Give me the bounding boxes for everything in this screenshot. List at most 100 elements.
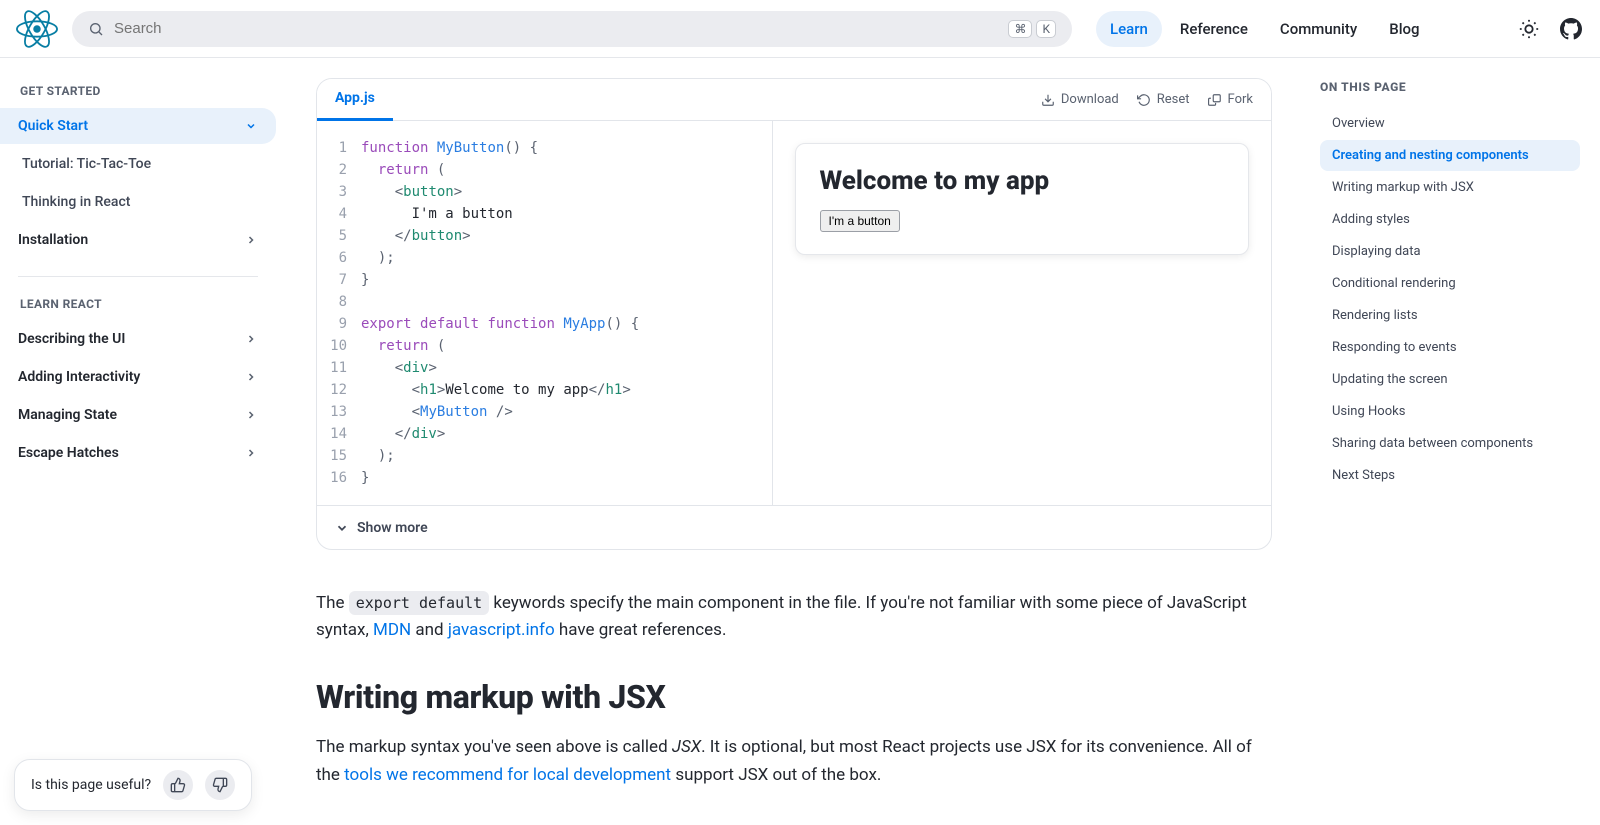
jsx-em: JSX [672,737,701,757]
sidebar-item-escape[interactable]: Escape Hatches [0,435,276,471]
sandbox-tabs: App.js Download Reset Fork [317,79,1271,121]
github-link[interactable] [1558,16,1584,42]
toc-next[interactable]: Next Steps [1320,460,1580,491]
toc-conditional[interactable]: Conditional rendering [1320,268,1580,299]
sandbox-body: 1 2 3 4 5 6 7 8 9 10 11 12 13 14 15 16 f… [317,121,1271,505]
nav-links: LearnReferenceCommunityBlog [1096,11,1434,47]
text: support JSX out of the box. [671,765,881,785]
sun-icon [1518,18,1540,40]
article-body: The export default keywords specify the … [316,590,1272,789]
fork-icon [1208,93,1222,107]
sidebar-separator [18,276,258,277]
text: and [411,620,448,640]
kbd-key: K [1036,20,1056,38]
search-input-wrap[interactable]: ⌘ K [72,11,1072,47]
feedback-widget: Is this page useful? [14,759,252,811]
reset-icon [1137,93,1151,107]
toc-sharing[interactable]: Sharing data between components [1320,428,1580,459]
nav-learn[interactable]: Learn [1096,11,1162,47]
download-icon [1041,93,1055,107]
chevron-right-icon [244,446,258,460]
text: The markup syntax you've seen above is c… [316,737,672,757]
sidebar-item-label: Quick Start [18,118,88,134]
preview-pane: Welcome to my app I'm a button [772,121,1272,505]
right-sidebar: ON THIS PAGE OverviewCreating and nestin… [1300,58,1600,825]
text: The [316,593,349,613]
toc-data[interactable]: Displaying data [1320,236,1580,267]
sidebar-item-tutorial[interactable]: Tutorial: Tic-Tac-Toe [0,146,276,182]
toc-lists[interactable]: Rendering lists [1320,300,1580,331]
toc-overview[interactable]: Overview [1320,108,1580,139]
thumbs-up-icon [170,777,186,793]
download-label: Download [1061,92,1119,107]
code-editor[interactable]: 1 2 3 4 5 6 7 8 9 10 11 12 13 14 15 16 f… [317,121,772,505]
sidebar-item-thinking[interactable]: Thinking in React [0,184,276,220]
sidebar-item-quick-start[interactable]: Quick Start [0,108,276,144]
chevron-right-icon [244,332,258,346]
preview-heading: Welcome to my app [820,166,1225,196]
sidebar-item-label: Adding Interactivity [18,369,140,385]
sidebar-item-label: Describing the UI [18,331,125,347]
chevron-right-icon [244,370,258,384]
sidebar-group-label: LEARN REACT [0,291,276,321]
chevron-right-icon [244,233,258,247]
sidebar-item-describing[interactable]: Describing the UI [0,321,276,357]
left-sidebar: GET STARTED Quick Start Tutorial: Tic-Tac-… [0,58,288,825]
javascriptinfo-link[interactable]: javascript.info [448,620,555,640]
preview-button[interactable]: I'm a button [820,210,900,232]
toc-title: ON THIS PAGE [1320,80,1580,94]
chevron-down-icon [244,119,258,133]
feedback-no-button[interactable] [205,770,235,800]
sidebar-group-label: GET STARTED [0,78,276,108]
preview-card: Welcome to my app I'm a button [795,143,1250,255]
chevron-down-icon [335,521,349,535]
github-icon [1560,18,1582,40]
sidebar-item-interactivity[interactable]: Adding Interactivity [0,359,276,395]
sidebar-item-state[interactable]: Managing State [0,397,276,433]
download-button[interactable]: Download [1041,92,1119,107]
logo[interactable] [16,8,58,50]
show-more-button[interactable]: Show more [317,505,1271,549]
toc-events[interactable]: Responding to events [1320,332,1580,363]
fork-label: Fork [1228,92,1253,107]
nav-community[interactable]: Community [1266,11,1371,47]
sidebar-item-installation[interactable]: Installation [0,222,276,258]
search-input[interactable] [114,20,998,37]
fork-button[interactable]: Fork [1208,92,1253,107]
show-more-label: Show more [357,520,428,536]
sandbox: App.js Download Reset Fork 1 2 3 4 5 6 7… [316,78,1272,550]
toc-markup[interactable]: Writing markup with JSX [1320,172,1580,203]
toc-creating[interactable]: Creating and nesting components [1320,140,1580,171]
thumbs-down-icon [212,777,228,793]
sidebar-item-label: Managing State [18,407,117,423]
search-icon [88,21,104,37]
react-icon [16,8,58,50]
nav-blog[interactable]: Blog [1375,11,1433,47]
main-content: App.js Download Reset Fork 1 2 3 4 5 6 7… [288,58,1300,825]
mdn-link[interactable]: MDN [373,620,411,640]
reset-button[interactable]: Reset [1137,92,1190,107]
nav-reference[interactable]: Reference [1166,11,1262,47]
search-shortcut: ⌘ K [1008,20,1056,38]
paragraph: The markup syntax you've seen above is c… [316,734,1272,788]
kbd-mod: ⌘ [1008,20,1032,38]
reset-label: Reset [1157,92,1190,107]
sidebar-item-label: Tutorial: Tic-Tac-Toe [22,156,151,172]
text: have great references. [555,620,727,640]
code-content: function MyButton() { return ( <button> … [361,137,772,489]
toc-hooks[interactable]: Using Hooks [1320,396,1580,427]
sandbox-tab-app[interactable]: App.js [317,79,393,121]
paragraph: The export default keywords specify the … [316,590,1272,644]
feedback-yes-button[interactable] [163,770,193,800]
line-gutter: 1 2 3 4 5 6 7 8 9 10 11 12 13 14 15 16 [317,137,361,489]
chevron-right-icon [244,408,258,422]
sidebar-item-label: Thinking in React [22,194,130,210]
sidebar-item-label: Installation [18,232,88,248]
toc-updating[interactable]: Updating the screen [1320,364,1580,395]
topbar-right [1506,16,1584,42]
section-heading: Writing markup with JSX [316,678,1272,716]
tools-link[interactable]: tools we recommend for local development [344,765,671,785]
theme-toggle[interactable] [1516,16,1542,42]
feedback-question: Is this page useful? [31,777,151,793]
toc-styles[interactable]: Adding styles [1320,204,1580,235]
